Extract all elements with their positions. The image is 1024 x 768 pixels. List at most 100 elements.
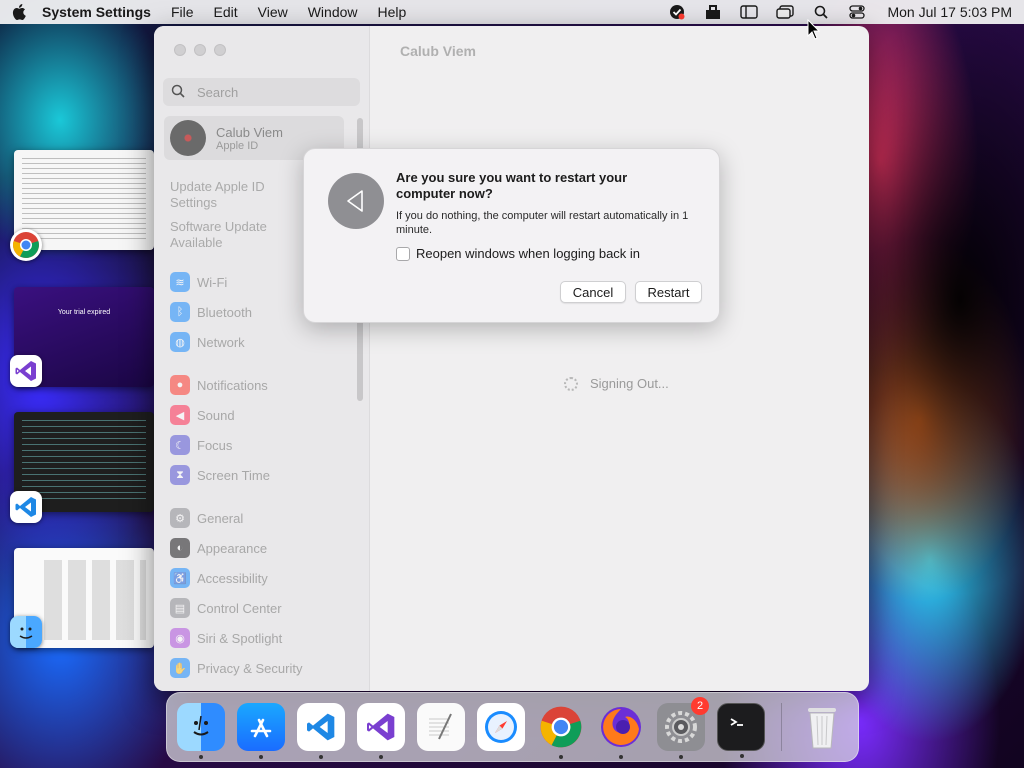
sidebar-item-label: Sound — [197, 407, 235, 423]
siri-icon: ◉ — [170, 628, 190, 648]
status-text: Signing Out... — [590, 376, 669, 391]
control-center-icon: ▤ — [170, 598, 190, 618]
windows-icon[interactable] — [775, 4, 795, 20]
dock-chrome-icon[interactable] — [537, 703, 585, 759]
moon-icon: ☾ — [170, 435, 190, 455]
cancel-button[interactable]: Cancel — [560, 281, 626, 303]
dock-trash-icon[interactable] — [798, 703, 846, 751]
search-icon[interactable] — [811, 4, 831, 20]
zoom-button[interactable] — [214, 44, 226, 56]
menu-bar: System Settings File Edit View Window He… — [0, 0, 1024, 24]
finder-icon[interactable] — [10, 616, 42, 648]
search-icon — [171, 84, 187, 101]
chrome-icon[interactable] — [10, 229, 42, 261]
sidebar-item-sound[interactable]: ◀ Sound — [170, 405, 235, 425]
control-center-icon[interactable] — [847, 4, 867, 20]
trial-expired-text: Your trial expired — [57, 309, 111, 316]
sidebar-item-label: Bluetooth — [197, 304, 252, 320]
notification-badge: 2 — [691, 697, 709, 715]
sidebar-item-label: Accessibility — [197, 570, 268, 586]
menu-bar-clock[interactable]: Mon Jul 17 5:03 PM — [887, 4, 1012, 20]
sidebar-item-label: Notifications — [197, 377, 268, 393]
sidebar-item-network[interactable]: ◍ Network — [170, 332, 245, 352]
profile-subtitle: Apple ID — [216, 139, 259, 152]
dialog-title: Are you sure you want to restart your co… — [396, 170, 628, 201]
norton-icon[interactable] — [667, 4, 687, 20]
sidebar-item-label: Focus — [197, 437, 233, 453]
dock-safari-icon[interactable] — [477, 703, 525, 751]
dock-visual-studio-icon[interactable] — [357, 703, 405, 759]
sidebar-item-label: Appearance — [197, 540, 268, 556]
bluetooth-icon: ᛒ — [170, 302, 190, 322]
sidebar-item-label: Screen Time — [197, 467, 270, 483]
apple-menu-icon[interactable] — [12, 4, 42, 20]
mouse-cursor-icon — [807, 18, 821, 46]
sidebar-item-label: Network — [197, 334, 245, 350]
reopen-windows-checkbox[interactable]: Reopen windows when logging back in — [396, 246, 640, 261]
running-indicator — [740, 754, 744, 758]
sidebar-item-control-center[interactable]: ▤ Control Center — [170, 598, 282, 618]
menu-view[interactable]: View — [258, 4, 288, 20]
globe-icon: ◍ — [170, 332, 190, 352]
avatar — [170, 120, 206, 156]
dock-textedit-icon[interactable] — [417, 703, 465, 751]
sidebar-item-general[interactable]: ⚙ General — [170, 508, 243, 528]
app-name-menu[interactable]: System Settings — [42, 4, 151, 20]
sidebar-item-notifications[interactable]: ● Notifications — [170, 375, 268, 395]
sidebar-item-siri[interactable]: ◉ Siri & Spotlight — [170, 628, 282, 648]
dock-firefox-icon[interactable] — [597, 703, 645, 759]
update-apple-id-notice[interactable]: Update Apple ID Settings — [170, 179, 290, 211]
checkbox[interactable] — [396, 246, 410, 261]
vscode-icon[interactable] — [10, 491, 42, 523]
dock-system-settings-icon[interactable]: 2 — [657, 697, 709, 759]
dialog-message: If you do nothing, the computer will res… — [396, 210, 689, 236]
code-preview — [22, 420, 146, 504]
sidebar-item-label: Siri & Spotlight — [197, 630, 283, 646]
running-indicator — [319, 755, 323, 759]
speaker-icon: ◀ — [170, 405, 190, 425]
menu-window[interactable]: Window — [308, 4, 358, 20]
dock-finder-icon[interactable] — [177, 703, 225, 759]
sidebar-item-accessibility[interactable]: ♿ Accessibility — [170, 568, 268, 588]
profile-name: Calub Viem — [216, 124, 283, 140]
close-button[interactable] — [174, 44, 186, 56]
sidebar-item-bluetooth[interactable]: ᛒ Bluetooth — [170, 302, 252, 322]
restart-button[interactable]: Restart — [635, 281, 702, 303]
document-preview — [22, 158, 146, 242]
search-input[interactable]: Search — [163, 78, 360, 106]
briefcase-icon[interactable] — [703, 4, 723, 20]
signing-out-status: Signing Out... — [564, 376, 669, 391]
running-indicator — [619, 755, 623, 759]
sidebar-item-label: General — [197, 510, 244, 526]
sidebar-item-privacy[interactable]: ✋ Privacy & Security — [170, 658, 302, 678]
dock-app-store-icon[interactable] — [237, 703, 285, 759]
sidebar-item-screen-time[interactable]: ⧗ Screen Time — [170, 465, 270, 485]
appearance-icon: ◐ — [170, 538, 190, 558]
dock-vscode-icon[interactable] — [297, 703, 345, 759]
sidebar-item-label: Privacy & Security — [197, 660, 303, 676]
visual-studio-icon[interactable] — [10, 355, 42, 387]
sidebar-item-appearance[interactable]: ◐ Appearance — [170, 538, 267, 558]
running-indicator — [379, 755, 383, 759]
dock: 2 — [166, 692, 859, 762]
sidebar-icon[interactable] — [739, 4, 759, 20]
page-title: Calub Viem — [400, 43, 476, 59]
hand-icon: ✋ — [170, 658, 190, 678]
system-settings-window: Search Calub Viem Apple ID Update Apple … — [154, 26, 869, 691]
accessibility-icon: ♿ — [170, 568, 190, 588]
menu-edit[interactable]: Edit — [214, 4, 238, 20]
bell-icon: ● — [170, 375, 190, 395]
menu-help[interactable]: Help — [378, 4, 407, 20]
minimize-button[interactable] — [194, 44, 206, 56]
sidebar-item-wifi[interactable]: ≋ Wi-Fi — [170, 272, 227, 292]
running-indicator — [559, 755, 563, 759]
sidebar-item-focus[interactable]: ☾ Focus — [170, 435, 232, 455]
search-placeholder: Search — [197, 84, 239, 100]
dock-terminal-icon[interactable] — [717, 703, 765, 758]
restart-dialog: Are you sure you want to restart your co… — [303, 148, 720, 323]
sidebar-item-label: Wi-Fi — [197, 274, 228, 290]
sidebar-item-label: Control Center — [197, 600, 282, 616]
menu-file[interactable]: File — [171, 4, 194, 20]
software-update-notice[interactable]: Software Update Available — [170, 219, 290, 251]
dock-separator — [781, 703, 782, 751]
